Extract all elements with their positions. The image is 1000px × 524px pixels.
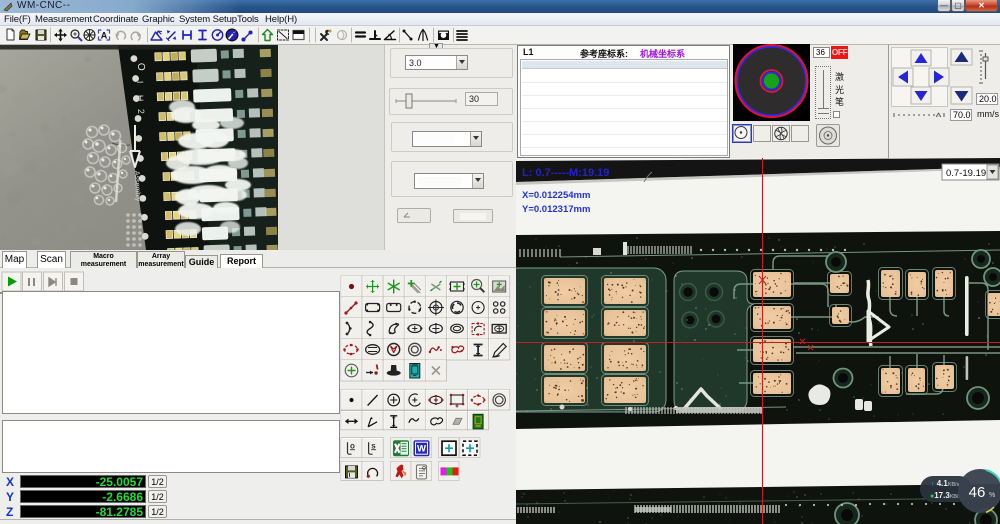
svg-text:O: O [135,63,146,71]
svg-text:%: % [989,492,995,499]
svg-text:I: I [135,81,145,84]
svg-text:H: H [135,95,145,102]
svg-text:L: 0.7-----M:19.19: L: 0.7-----M:19.19 [522,167,609,179]
svg-text:2: 2 [136,109,146,114]
svg-text:0.7-19.19: 0.7-19.19 [946,168,986,179]
svg-text:W: W [417,444,426,455]
svg-text:A: A [101,31,108,41]
svg-text:Assembly: Assembly [133,171,141,202]
svg-text:X=0.012254mm: X=0.012254mm [522,190,590,201]
svg-text:46: 46 [969,484,986,501]
svg-text:Y=0.012317mm: Y=0.012317mm [522,204,590,215]
